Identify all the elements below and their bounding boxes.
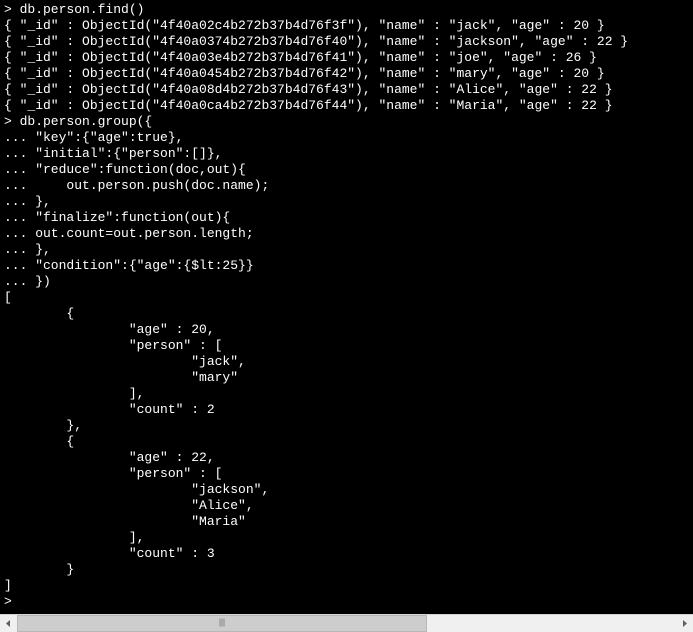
terminal-line: ... out.person.push(doc.name); <box>4 178 689 194</box>
terminal-line: { "_id" : ObjectId("4f40a02c4b272b37b4d7… <box>4 18 689 34</box>
terminal-line: "Alice", <box>4 498 689 514</box>
terminal-line: ], <box>4 386 689 402</box>
terminal-line: "jack", <box>4 354 689 370</box>
terminal-line: ], <box>4 530 689 546</box>
terminal-output[interactable]: > db.person.find(){ "_id" : ObjectId("4f… <box>0 0 693 614</box>
scroll-right-arrow[interactable] <box>676 615 693 632</box>
terminal-line: > db.person.group({ <box>4 114 689 130</box>
terminal-line: { "_id" : ObjectId("4f40a03e4b272b37b4d7… <box>4 50 689 66</box>
terminal-line: "person" : [ <box>4 338 689 354</box>
terminal-line: } <box>4 562 689 578</box>
terminal-line: { "_id" : ObjectId("4f40a0374b272b37b4d7… <box>4 34 689 50</box>
terminal-line: "age" : 22, <box>4 450 689 466</box>
terminal-line: > db.person.find() <box>4 2 689 18</box>
terminal-line: "mary" <box>4 370 689 386</box>
terminal-line: "Maria" <box>4 514 689 530</box>
terminal-line: [ <box>4 290 689 306</box>
scroll-left-arrow[interactable] <box>0 615 17 632</box>
terminal-line: "count" : 3 <box>4 546 689 562</box>
terminal-line: { <box>4 434 689 450</box>
terminal-line: ... "reduce":function(doc,out){ <box>4 162 689 178</box>
terminal-line: ... "condition":{"age":{$lt:25}} <box>4 258 689 274</box>
terminal-line: ... "key":{"age":true}, <box>4 130 689 146</box>
terminal-line: ... "finalize":function(out){ <box>4 210 689 226</box>
terminal-line: { "_id" : ObjectId("4f40a0454b272b37b4d7… <box>4 66 689 82</box>
terminal-line: ... out.count=out.person.length; <box>4 226 689 242</box>
terminal-line: { "_id" : ObjectId("4f40a0ca4b272b37b4d7… <box>4 98 689 114</box>
terminal-line: ... }, <box>4 194 689 210</box>
terminal-line: ... }) <box>4 274 689 290</box>
terminal-line: { <box>4 306 689 322</box>
terminal-line: "person" : [ <box>4 466 689 482</box>
terminal-line: ... "initial":{"person":[]}, <box>4 146 689 162</box>
terminal-line: "age" : 20, <box>4 322 689 338</box>
terminal-line: > <box>4 594 689 610</box>
terminal-line: "count" : 2 <box>4 402 689 418</box>
terminal-line: { "_id" : ObjectId("4f40a08d4b272b37b4d7… <box>4 82 689 98</box>
terminal-line: }, <box>4 418 689 434</box>
terminal-line: ] <box>4 578 689 594</box>
terminal-line: ... }, <box>4 242 689 258</box>
terminal-line: "jackson", <box>4 482 689 498</box>
horizontal-scrollbar[interactable] <box>0 614 693 631</box>
scroll-track[interactable] <box>17 615 676 632</box>
scroll-thumb[interactable] <box>17 615 427 632</box>
